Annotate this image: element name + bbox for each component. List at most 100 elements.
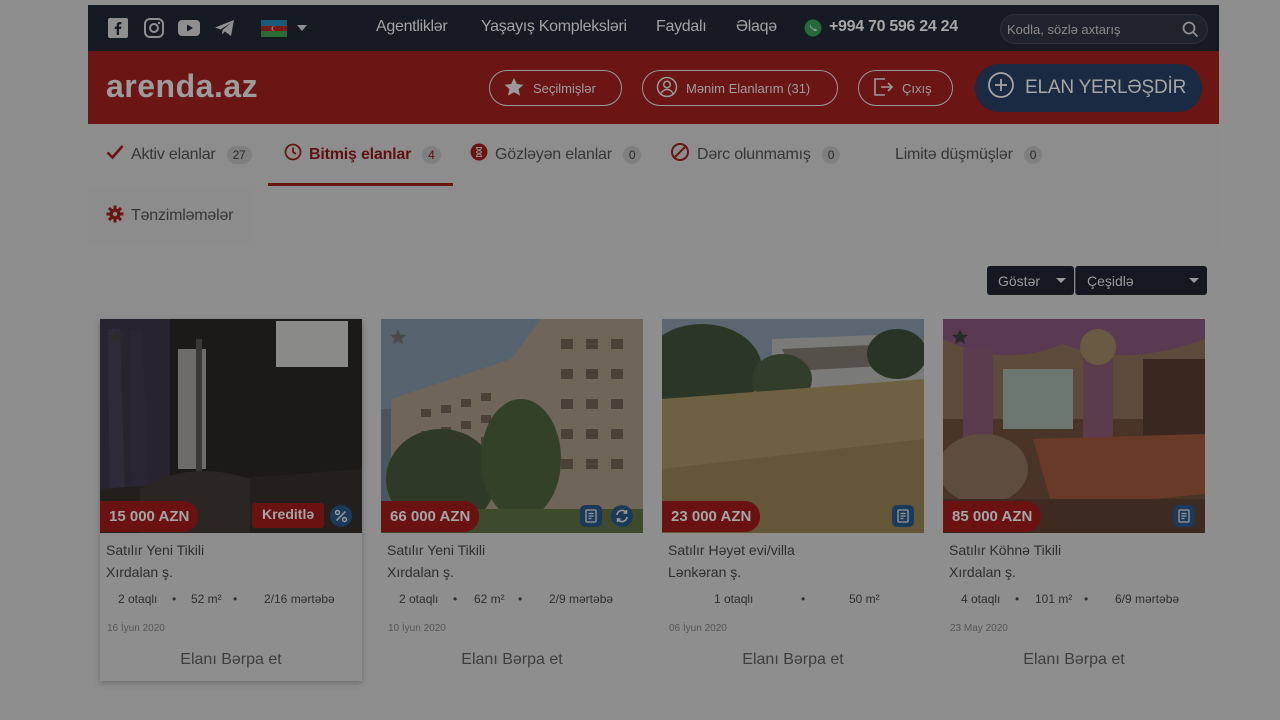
listing-specs: 2 otaqlı • 52 m² • 2/16 mərtəbə: [100, 592, 362, 608]
tab-settings[interactable]: Tənzimləmələr: [106, 186, 234, 246]
listing-card[interactable]: 66 000 AZN Satılır Yeni Tikili Xırdalan …: [381, 319, 643, 639]
separator-dot: •: [233, 592, 238, 606]
listing-title: Satılır Yeni Tikili: [106, 542, 205, 558]
pending-icon: [470, 143, 488, 166]
search-input[interactable]: [1007, 19, 1167, 39]
logout-button[interactable]: Çıxış: [858, 70, 953, 106]
star-icon[interactable]: [108, 329, 126, 351]
separator-dot: •: [1015, 592, 1020, 606]
floor: 2/9 mərtəbə: [549, 592, 614, 606]
my-listings-button[interactable]: Mənim Elanlarım (31): [642, 70, 838, 106]
rooms: 2 otaqlı: [399, 592, 439, 606]
floor: 6/9 mərtəbə: [1115, 592, 1180, 606]
check-icon: [106, 144, 124, 165]
document-icon: [580, 505, 602, 527]
gear-icon: [106, 205, 124, 228]
star-icon[interactable]: [389, 329, 407, 351]
tab-label: Aktiv elanlar: [131, 145, 216, 163]
listing-location: Lənkəran ş.: [668, 564, 742, 580]
settings-tab-box: Tənzimləmələr: [88, 186, 253, 246]
tab-label: Gözləyən elanlar: [495, 145, 612, 163]
separator-dot: •: [801, 592, 806, 606]
top-bar: Agentliklər Yaşayış Kompleksləri Faydalı…: [88, 5, 1219, 51]
listing-card[interactable]: 85 000 AZN Satılır Köhnə Tikili Xırdalan…: [943, 319, 1205, 639]
count-badge: 0: [622, 145, 642, 164]
language-dropdown-chevron-icon[interactable]: [295, 17, 309, 39]
my-listings-label: Mənim Elanlarım (31): [686, 80, 811, 96]
search-box: [1000, 14, 1208, 44]
post-ad-button[interactable]: ELAN YERLƏŞDİR: [975, 64, 1202, 112]
count-badge: 0: [821, 145, 841, 164]
listing-specs: 2 otaqlı • 62 m² • 2/9 mərtəbə: [381, 592, 643, 608]
search-icon[interactable]: [1182, 21, 1199, 43]
favorites-button[interactable]: Seçilmişlər: [489, 70, 622, 106]
content-wrapper: Agentliklər Yaşayış Kompleksləri Faydalı…: [88, 0, 1219, 720]
nav-contact[interactable]: Əlaqə: [736, 18, 777, 36]
price-tag: 23 000 AZN: [662, 501, 761, 532]
site-logo[interactable]: arenda.az: [106, 68, 258, 105]
floor: 2/16 mərtəbə: [264, 592, 335, 606]
listing-specs: 4 otaqlı • 101 m² • 6/9 mərtəbə: [943, 592, 1205, 608]
tab-label: Tənzimləmələr: [131, 207, 234, 224]
area: 62 m²: [474, 592, 505, 606]
listing-location: Xırdalan ş.: [106, 564, 173, 580]
tab-expired-listings[interactable]: Bitmiş elanlar 4: [284, 124, 441, 185]
user-icon: [656, 76, 678, 101]
rooms: 1 otaqlı: [714, 592, 754, 606]
youtube-icon[interactable]: [178, 17, 200, 39]
price-tag: 15 000 AZN: [100, 501, 199, 532]
separator-dot: •: [1084, 592, 1089, 606]
document-icon: [892, 505, 914, 527]
ban-icon: [670, 142, 690, 167]
restore-listing-button[interactable]: Elanı Bərpa et: [381, 651, 643, 669]
main-header: arenda.az Seçilmişlər Mənim Elanlarım (3…: [88, 51, 1219, 124]
sort-dropdown[interactable]: Çeşidlə: [1075, 266, 1207, 295]
rooms: 4 otaqlı: [961, 592, 1001, 606]
listing-date: 06 İyun 2020: [669, 623, 727, 634]
listing-title: Satılır Həyət evi/villa: [668, 542, 795, 558]
listing-card[interactable]: 15 000 AZN Kreditlə Satılır Yeni Tikili …: [100, 319, 362, 681]
restore-listing-button[interactable]: Elanı Bərpa et: [100, 651, 362, 669]
telegram-icon[interactable]: [214, 17, 236, 39]
separator-dot: •: [172, 592, 177, 606]
count-badge: 4: [422, 145, 441, 164]
listing-tabs: Aktiv elanlar 27 Bitmiş elanlar 4 Gözləy…: [88, 124, 1219, 248]
nav-residential-complexes[interactable]: Yaşayış Kompleksləri: [481, 18, 627, 36]
nav-useful[interactable]: Faydalı: [656, 18, 707, 36]
tab-label: Bitmiş elanlar: [309, 145, 412, 163]
area: 101 m²: [1035, 592, 1073, 606]
azerbaijan-flag-icon[interactable]: [261, 17, 287, 39]
listing-card[interactable]: 23 000 AZN Satılır Həyət evi/villa Lənkə…: [662, 319, 924, 639]
listing-title: Satılır Yeni Tikili: [387, 542, 486, 558]
count-badge: 27: [226, 145, 252, 164]
whatsapp-icon: [803, 18, 823, 38]
active-tab-indicator: [268, 183, 453, 186]
phone-number[interactable]: +994 70 596 24 24: [829, 18, 958, 36]
star-icon: [503, 77, 525, 100]
area: 52 m²: [191, 592, 222, 606]
listing-date: 23 May 2020: [950, 623, 1008, 634]
rooms: 2 otaqlı: [118, 592, 158, 606]
show-dropdown-label: Göstər: [998, 272, 1041, 289]
favorites-label: Seçilmişlər: [533, 80, 596, 96]
price-tag: 85 000 AZN: [943, 501, 1042, 532]
star-icon[interactable]: [951, 329, 969, 351]
chevron-down-icon: [1189, 278, 1199, 283]
tab-limit-reached-listings[interactable]: Limitə düşmüşlər 0: [895, 124, 1043, 185]
percent-icon: [330, 505, 352, 527]
instagram-icon[interactable]: [143, 17, 165, 39]
facebook-icon[interactable]: [107, 17, 129, 39]
listing-specs: 1 otaqlı • 50 m²: [662, 592, 924, 608]
listing-location: Xırdalan ş.: [387, 564, 454, 580]
tab-unpublished-listings[interactable]: Dərc olunmamış 0: [670, 124, 841, 185]
post-ad-label: ELAN YERLƏŞDİR: [1025, 77, 1187, 98]
tab-pending-listings[interactable]: Gözləyən elanlar 0: [470, 124, 642, 185]
show-dropdown[interactable]: Göstər: [987, 266, 1074, 295]
price-tag: 66 000 AZN: [381, 501, 480, 532]
restore-listing-button[interactable]: Elanı Bərpa et: [943, 651, 1205, 669]
restore-listing-button[interactable]: Elanı Bərpa et: [662, 651, 924, 669]
listing-title: Satılır Köhnə Tikili: [949, 542, 1062, 558]
tab-active-listings[interactable]: Aktiv elanlar 27: [106, 124, 252, 185]
nav-agencies[interactable]: Agentliklər: [376, 18, 448, 36]
document-icon: [1173, 505, 1195, 527]
